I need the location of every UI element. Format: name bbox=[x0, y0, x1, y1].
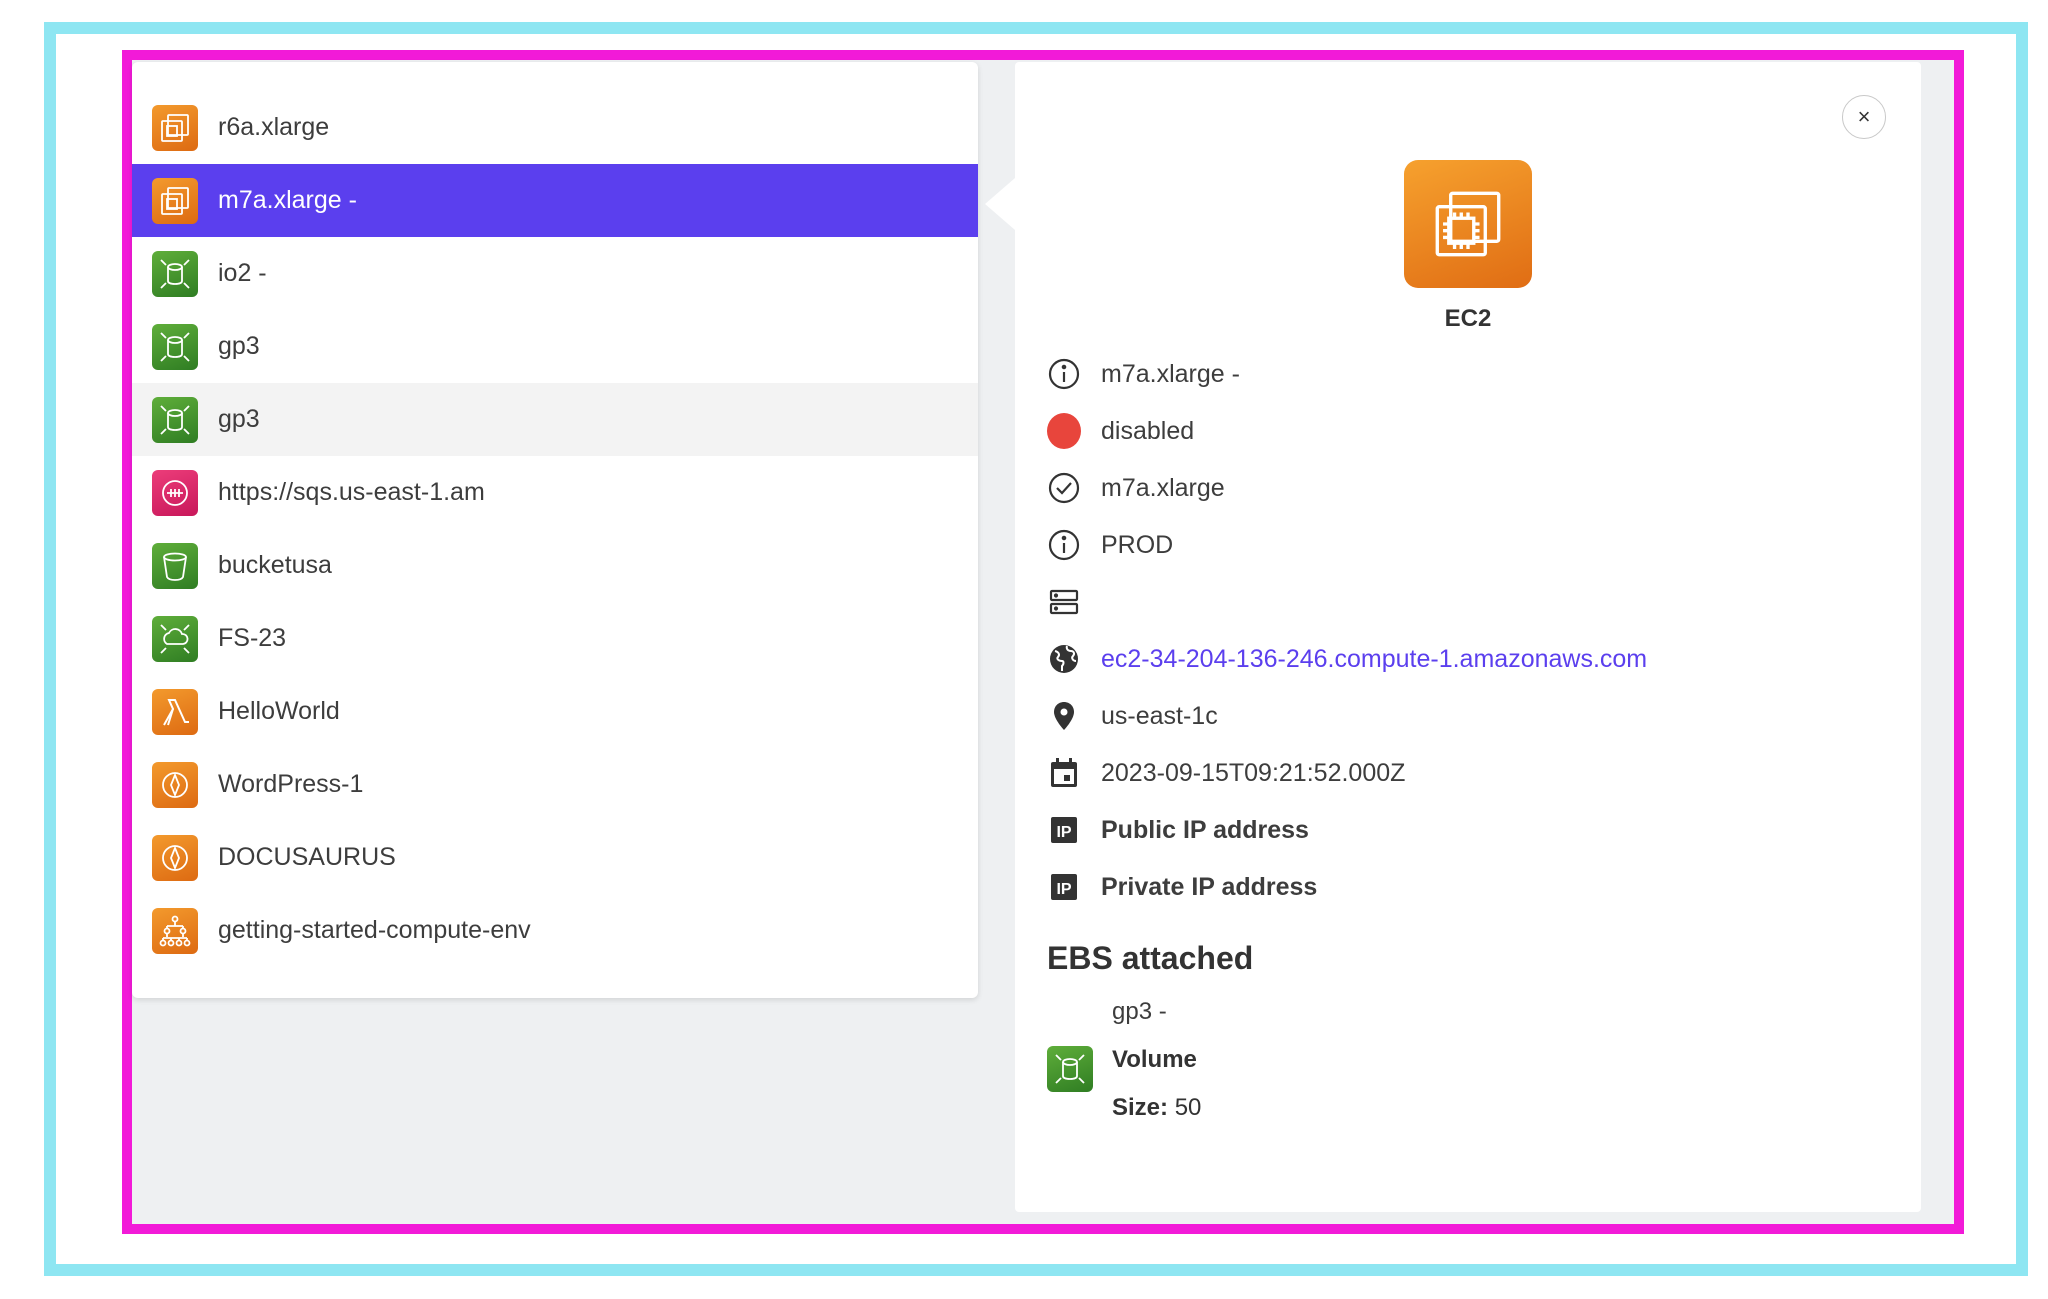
list-item-label: r6a.xlarge bbox=[218, 113, 330, 141]
list-item[interactable]: m7a.xlarge - bbox=[132, 164, 978, 237]
instance-type: m7a.xlarge bbox=[1101, 473, 1225, 502]
list-item-label: getting-started-compute-env bbox=[218, 916, 531, 944]
list-item[interactable]: FS-23 bbox=[132, 602, 978, 675]
list-item[interactable]: r6a.xlarge bbox=[132, 91, 978, 164]
info-icon bbox=[1047, 357, 1081, 391]
detail-private-ip-row: IP Private IP address bbox=[1047, 867, 1317, 907]
ebs-size-label: Size: bbox=[1112, 1094, 1169, 1121]
list-item-label: DOCUSAURUS bbox=[218, 843, 396, 871]
list-item[interactable]: DOCUSAURUS bbox=[132, 821, 978, 894]
ip-icon: IP bbox=[1047, 813, 1081, 847]
globe-icon bbox=[1047, 642, 1081, 676]
detail-public-ip-row: IP Public IP address bbox=[1047, 810, 1309, 850]
ebs-volume-icon bbox=[152, 323, 198, 370]
detail-launch-row: 2023-09-15T09:21:52.000Z bbox=[1047, 753, 1405, 793]
detail-env-row: PROD bbox=[1047, 525, 1173, 565]
ec2-service-icon bbox=[1404, 160, 1532, 288]
private-ip-label: Private IP address bbox=[1101, 872, 1318, 901]
info-icon bbox=[1047, 528, 1081, 562]
detail-storage-row bbox=[1047, 582, 1101, 622]
popover-pointer bbox=[985, 178, 1015, 230]
list-item-label: gp3 bbox=[218, 405, 260, 433]
svg-text:IP: IP bbox=[1056, 824, 1071, 841]
ebs-size-value: 50 bbox=[1174, 1094, 1202, 1121]
status-text: disabled bbox=[1101, 416, 1195, 445]
lightsail-icon bbox=[152, 834, 198, 881]
availability-zone: us-east-1c bbox=[1101, 701, 1218, 730]
status-dot-icon bbox=[1047, 413, 1081, 449]
public-ip-label: Public IP address bbox=[1101, 815, 1309, 844]
list-item[interactable]: gp3 bbox=[132, 310, 978, 383]
calendar-icon bbox=[1047, 756, 1081, 790]
list-item[interactable]: WordPress-1 bbox=[132, 748, 978, 821]
detail-name-row: m7a.xlarge - bbox=[1047, 354, 1240, 394]
list-item-label: https://sqs.us-east-1.am bbox=[218, 478, 485, 506]
list-item-label: bucketusa bbox=[218, 551, 332, 579]
list-item[interactable]: gp3 bbox=[132, 383, 978, 456]
resource-list-panel: r6a.xlarge m7a.xlarge - io2 - gp3 gp3 ht… bbox=[132, 62, 978, 998]
list-item-label: WordPress-1 bbox=[218, 770, 364, 798]
ebs-volume-size: Size: 50 bbox=[1112, 1094, 1201, 1122]
detail-type-row: m7a.xlarge bbox=[1047, 468, 1225, 508]
list-item-label: gp3 bbox=[218, 332, 260, 360]
detail-az-row: us-east-1c bbox=[1047, 696, 1218, 736]
storage-server-icon bbox=[1047, 585, 1081, 619]
s3-bucket-icon bbox=[152, 542, 198, 589]
list-item[interactable]: bucketusa bbox=[132, 529, 978, 602]
instance-name: m7a.xlarge - bbox=[1101, 359, 1240, 388]
list-item-label: io2 - bbox=[218, 259, 267, 287]
lambda-icon bbox=[152, 688, 198, 735]
ebs-volume-icon bbox=[1047, 1046, 1093, 1092]
efs-filesystem-icon bbox=[152, 615, 198, 662]
ip-icon: IP bbox=[1047, 870, 1081, 904]
detail-status-row: disabled bbox=[1047, 411, 1194, 451]
lightsail-icon bbox=[152, 761, 198, 808]
sqs-queue-icon bbox=[152, 469, 198, 516]
list-item-label: HelloWorld bbox=[218, 697, 340, 725]
list-item-label: FS-23 bbox=[218, 624, 287, 652]
launch-time: 2023-09-15T09:21:52.000Z bbox=[1101, 758, 1406, 787]
list-item[interactable]: getting-started-compute-env bbox=[132, 894, 978, 967]
close-button[interactable]: × bbox=[1842, 95, 1886, 139]
public-dns-link[interactable]: ec2-34-204-136-246.compute-1.amazonaws.c… bbox=[1101, 645, 1647, 674]
environment-tag: PROD bbox=[1101, 530, 1174, 559]
list-item-label: m7a.xlarge - bbox=[218, 186, 357, 214]
ec2-instance-icon bbox=[152, 104, 198, 151]
ec2-instance-icon bbox=[152, 177, 198, 224]
check-circle-icon bbox=[1047, 471, 1081, 505]
list-item[interactable]: HelloWorld bbox=[132, 675, 978, 748]
ebs-volume-icon bbox=[152, 396, 198, 443]
list-item[interactable]: https://sqs.us-east-1.am bbox=[132, 456, 978, 529]
list-item[interactable]: io2 - bbox=[132, 237, 978, 310]
detail-dns-row: ec2-34-204-136-246.compute-1.amazonaws.c… bbox=[1047, 639, 1647, 679]
location-pin-icon bbox=[1047, 699, 1081, 733]
svg-text:IP: IP bbox=[1056, 881, 1071, 898]
ebs-volume-type-label: Volume bbox=[1112, 1046, 1197, 1073]
service-title: EC2 bbox=[1444, 305, 1492, 332]
ebs-volume-name: gp3 - bbox=[1112, 998, 1167, 1025]
ebs-volume-icon bbox=[152, 250, 198, 297]
ebs-section-title: EBS attached bbox=[1047, 940, 1254, 976]
batch-icon bbox=[152, 907, 198, 954]
